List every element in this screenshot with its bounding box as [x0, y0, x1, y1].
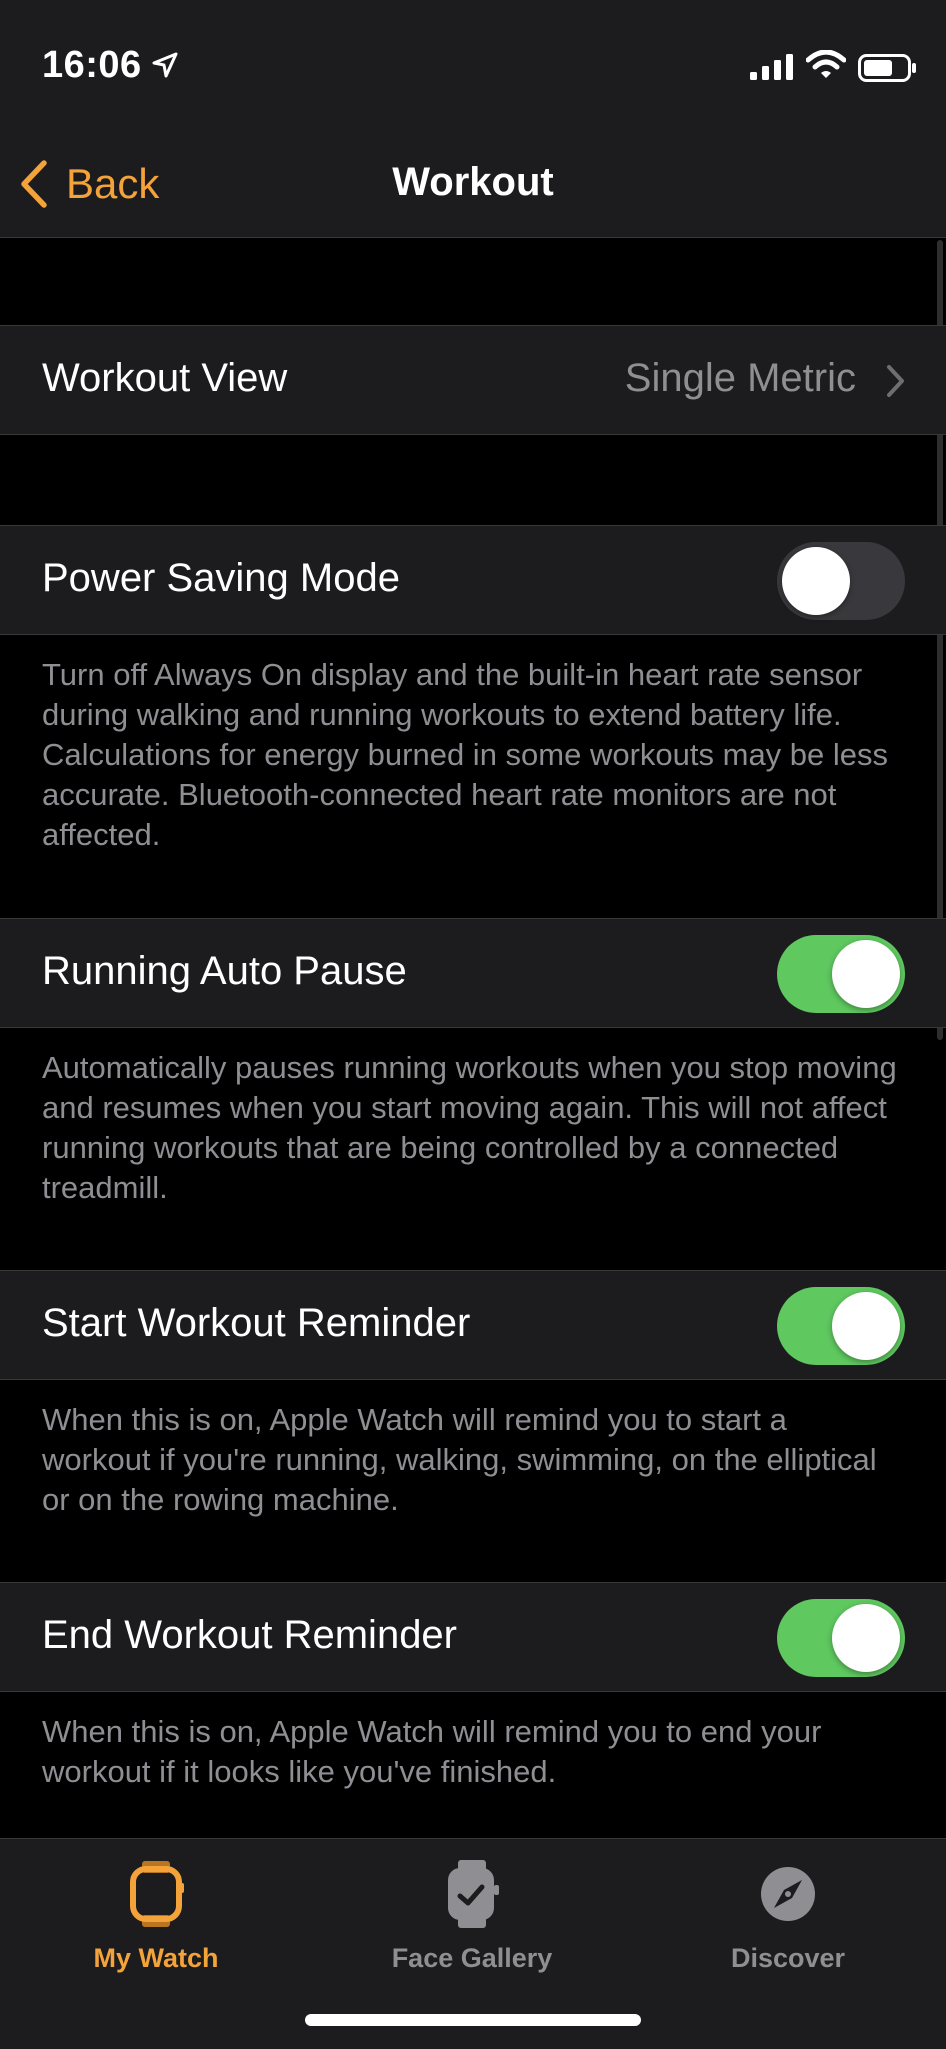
workout-view-row[interactable]: Workout View Single Metric: [0, 325, 946, 435]
running-auto-pause-toggle[interactable]: [777, 935, 905, 1013]
start-workout-reminder-footnote: When this is on, Apple Watch will remind…: [42, 1402, 877, 1517]
running-auto-pause-label: Running Auto Pause: [42, 949, 407, 993]
face-gallery-icon: [448, 1860, 499, 1928]
start-workout-reminder-toggle[interactable]: [777, 1287, 905, 1365]
tab-discover[interactable]: Discover: [668, 1859, 908, 1974]
toggle-knob: [832, 940, 900, 1008]
power-saving-mode-toggle[interactable]: [777, 542, 905, 620]
tab-label-discover: Discover: [730, 1943, 846, 1973]
status-time: 16:06: [42, 44, 142, 86]
start-workout-reminder-row: Start Workout Reminder: [0, 1270, 946, 1380]
running-auto-pause-row: Running Auto Pause: [0, 918, 946, 1028]
end-workout-reminder-label: End Workout Reminder: [42, 1613, 457, 1657]
tab-face-gallery[interactable]: Face Gallery: [352, 1859, 592, 1974]
compass-icon: [761, 1867, 815, 1921]
status-bar: 16:06: [0, 0, 946, 130]
workout-view-value: Single Metric: [624, 356, 856, 400]
end-workout-reminder-toggle[interactable]: [777, 1599, 905, 1677]
power-saving-mode-footnote: Turn off Always On display and the built…: [42, 657, 889, 852]
power-saving-mode-label: Power Saving Mode: [42, 556, 400, 600]
chevron-right-icon: [887, 365, 904, 397]
toggle-knob: [782, 547, 850, 615]
end-workout-reminder-footnote: When this is on, Apple Watch will remind…: [42, 1714, 822, 1789]
battery-icon: [858, 54, 916, 82]
workout-view-label: Workout View: [42, 356, 288, 400]
home-indicator[interactable]: [305, 2014, 641, 2026]
location-arrow-icon: [152, 52, 178, 78]
page-title: Workout: [392, 160, 554, 204]
tab-my-watch[interactable]: My Watch: [36, 1859, 276, 1974]
end-workout-reminder-row: End Workout Reminder: [0, 1582, 946, 1692]
tab-label-face-gallery: Face Gallery: [391, 1943, 553, 1973]
tab-label-my-watch: My Watch: [93, 1943, 219, 1973]
toggle-knob: [832, 1292, 900, 1360]
power-saving-mode-row: Power Saving Mode: [0, 525, 946, 635]
cellular-signal-icon: [750, 54, 793, 80]
watch-icon: [130, 1861, 184, 1927]
start-workout-reminder-label: Start Workout Reminder: [42, 1301, 471, 1345]
running-auto-pause-footnote: Automatically pauses running workouts wh…: [42, 1050, 897, 1205]
navigation-bar: Back Workout: [0, 130, 946, 238]
toggle-knob: [832, 1604, 900, 1672]
wifi-icon: [806, 50, 846, 78]
